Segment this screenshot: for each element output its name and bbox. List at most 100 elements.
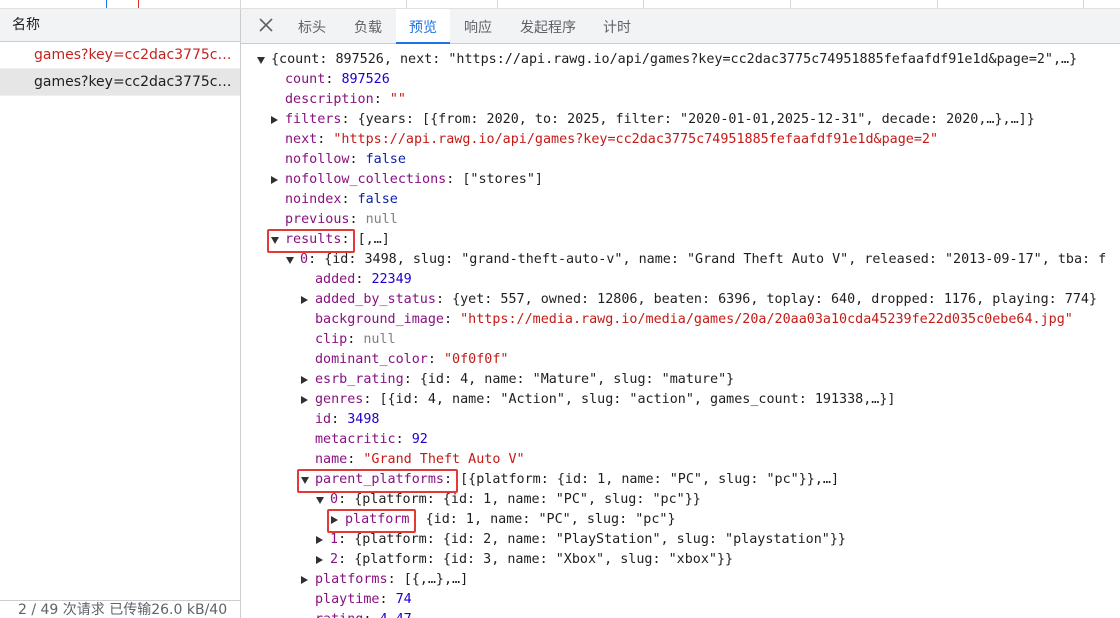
json-value: 74 bbox=[395, 592, 412, 607]
json-separator: : bbox=[338, 492, 355, 507]
json-line[interactable]: added_by_status: {yet: 557, owned: 12806… bbox=[315, 290, 1097, 310]
json-key: genres bbox=[315, 392, 364, 407]
json-separator: : bbox=[317, 132, 334, 147]
json-separator: : bbox=[444, 312, 461, 327]
json-key: count bbox=[285, 72, 326, 87]
request-detail-panel: 标头 负载 预览 响应 发起程序 计时 {count: 897526, next… bbox=[241, 9, 1120, 618]
expand-right-icon[interactable] bbox=[271, 176, 278, 184]
json-key: previous bbox=[285, 212, 350, 227]
expand-right-icon[interactable] bbox=[271, 116, 278, 124]
tab-headers[interactable]: 标头 bbox=[287, 9, 337, 43]
load-event-marker bbox=[138, 0, 139, 8]
expand-right-icon[interactable] bbox=[301, 396, 308, 404]
json-line: clip: null bbox=[315, 330, 396, 350]
request-row[interactable]: games?key=cc2dac3775c74951885fefaafdf91e… bbox=[0, 42, 240, 69]
json-value: ["stores"] bbox=[462, 172, 543, 187]
json-key: clip bbox=[315, 332, 348, 347]
json-key: added_by_status bbox=[315, 292, 436, 307]
json-separator: : bbox=[395, 432, 412, 447]
json-separator: : bbox=[338, 552, 355, 567]
json-value: "Grand Theft Auto V" bbox=[363, 452, 525, 467]
json-separator: : bbox=[331, 412, 348, 427]
tab-initiator[interactable]: 发起程序 bbox=[508, 9, 588, 43]
json-separator: : bbox=[363, 612, 379, 618]
expand-down-icon[interactable] bbox=[286, 257, 294, 264]
json-separator: : bbox=[403, 372, 420, 387]
json-line: description: "" bbox=[285, 90, 406, 110]
tab-preview[interactable]: 预览 bbox=[396, 9, 450, 44]
json-value: [{id: 4, name: "Action", slug: "action",… bbox=[379, 392, 896, 407]
json-key: added bbox=[315, 272, 356, 287]
json-line[interactable]: genres: [{id: 4, name: "Action", slug: "… bbox=[315, 390, 895, 410]
json-value: {platform: {id: 2, name: "PlayStation", … bbox=[354, 532, 846, 547]
json-value: 22349 bbox=[371, 272, 412, 287]
json-separator: : bbox=[363, 392, 380, 407]
json-line: name: "Grand Theft Auto V" bbox=[315, 450, 525, 470]
json-line[interactable]: 0: {platform: {id: 1, name: "PC", slug: … bbox=[330, 490, 701, 510]
expand-right-icon[interactable] bbox=[301, 296, 308, 304]
json-line[interactable]: esrb_rating: {id: 4, name: "Mature", slu… bbox=[315, 370, 734, 390]
json-separator: : bbox=[347, 452, 364, 467]
json-line: next: "https://api.rawg.io/api/games?key… bbox=[285, 130, 938, 150]
expand-right-icon[interactable] bbox=[316, 536, 323, 544]
json-key: filters bbox=[285, 112, 342, 127]
json-separator: : bbox=[379, 592, 396, 607]
json-key: noindex bbox=[285, 192, 342, 207]
json-value: {count: 897526, next: "https://api.rawg.… bbox=[271, 52, 1078, 67]
json-value: 3498 bbox=[347, 412, 380, 427]
json-line: dominant_color: "0f0f0f" bbox=[315, 350, 509, 370]
json-line[interactable]: nofollow_collections: ["stores"] bbox=[285, 170, 543, 190]
json-value: [,…] bbox=[357, 232, 390, 247]
json-line: noindex: false bbox=[285, 190, 398, 210]
name-column-header[interactable]: 名称 bbox=[0, 9, 240, 42]
expand-down-icon[interactable] bbox=[316, 497, 324, 504]
expand-right-icon[interactable] bbox=[301, 376, 308, 384]
json-key: next bbox=[285, 132, 318, 147]
request-summary: 2 / 49 次请求 已传输26.0 kB/40 bbox=[0, 600, 240, 618]
json-key: id bbox=[315, 412, 332, 427]
expand-down-icon[interactable] bbox=[257, 57, 265, 64]
json-value: 897526 bbox=[341, 72, 390, 87]
json-separator: : bbox=[387, 572, 404, 587]
json-value: false bbox=[357, 192, 398, 207]
tab-payload[interactable]: 负载 bbox=[341, 9, 395, 43]
json-preview-tree: {count: 897526, next: "https://api.rawg.… bbox=[241, 44, 1120, 618]
json-line[interactable]: 2: {platform: {id: 3, name: "Xbox", slug… bbox=[330, 550, 733, 570]
json-value: 4.47 bbox=[380, 612, 412, 618]
json-value: false bbox=[365, 152, 406, 167]
json-line[interactable]: {count: 897526, next: "https://api.rawg.… bbox=[271, 50, 1077, 70]
json-separator: : bbox=[349, 152, 366, 167]
json-key: name bbox=[315, 452, 348, 467]
json-separator: : bbox=[446, 172, 463, 187]
expand-right-icon[interactable] bbox=[301, 576, 308, 584]
json-value: null bbox=[365, 212, 398, 227]
request-list-panel: 名称 games?key=cc2dac3775c74951885fefaafdf… bbox=[0, 9, 241, 618]
json-value: {platform: {id: 3, name: "Xbox", slug: "… bbox=[354, 552, 734, 567]
tab-response[interactable]: 响应 bbox=[452, 9, 504, 43]
json-line[interactable]: 1: {platform: {id: 2, name: "PlayStation… bbox=[330, 530, 846, 550]
close-icon[interactable] bbox=[255, 14, 277, 36]
json-line: id: 3498 bbox=[315, 410, 380, 430]
waterfall-overview[interactable] bbox=[0, 0, 1120, 9]
json-value: "0f0f0f" bbox=[444, 352, 509, 367]
json-key: dominant_color bbox=[315, 352, 428, 367]
json-value: {id: 1, name: "PC", slug: "pc"} bbox=[425, 512, 676, 527]
json-key: metacritic bbox=[315, 432, 396, 447]
expand-right-icon[interactable] bbox=[316, 556, 323, 564]
json-line[interactable]: platforms: [{,…},…] bbox=[315, 570, 468, 590]
tab-timing[interactable]: 计时 bbox=[593, 9, 641, 43]
json-line[interactable]: 0: {id: 3498, slug: "grand-theft-auto-v"… bbox=[300, 250, 1106, 270]
json-value: {id: 3498, slug: "grand-theft-auto-v", n… bbox=[324, 252, 1107, 267]
json-line: nofollow: false bbox=[285, 150, 406, 170]
json-value: {years: [{from: 2020, to: 2025, filter: … bbox=[357, 112, 1035, 127]
json-line[interactable]: filters: {years: [{from: 2020, to: 2025,… bbox=[285, 110, 1035, 130]
json-key: 1 bbox=[330, 532, 339, 547]
json-key: 0 bbox=[300, 252, 309, 267]
json-value: "" bbox=[389, 92, 406, 107]
json-separator: : bbox=[341, 192, 358, 207]
json-value: {platform: {id: 1, name: "PC", slug: "pc… bbox=[354, 492, 701, 507]
json-line: previous: null bbox=[285, 210, 398, 230]
request-row-selected[interactable]: games?key=cc2dac3775c74951885fefaafdf91e… bbox=[0, 69, 240, 96]
json-line: metacritic: 92 bbox=[315, 430, 428, 450]
json-line: count: 897526 bbox=[285, 70, 390, 90]
